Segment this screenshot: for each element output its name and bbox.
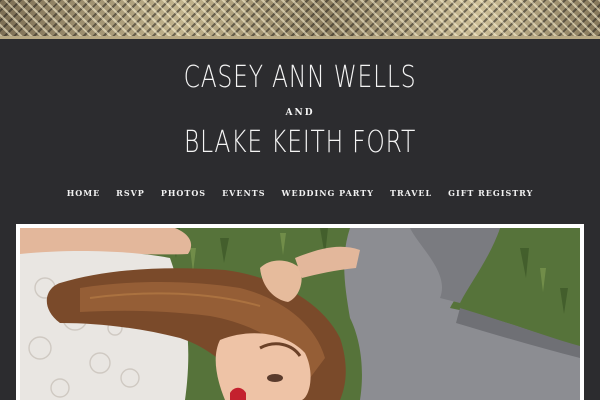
nav-travel[interactable]: TRAVEL: [390, 188, 432, 198]
couple-lying-in-grass-image: [20, 228, 580, 400]
hero-couple-photo: [20, 228, 580, 400]
hero-photo-frame: [16, 224, 584, 400]
and-conjunction: and: [285, 108, 315, 118]
decorative-gold-pattern-band: [0, 0, 600, 36]
nav-rsvp[interactable]: RSVP: [116, 188, 145, 198]
nav-gift-registry[interactable]: GIFT REGISTRY: [448, 188, 533, 198]
nav-home[interactable]: HOME: [67, 188, 100, 198]
pattern-divider: [0, 36, 600, 39]
partner-2-name: BLAKE KEITH FORT: [183, 125, 417, 160]
wedding-website-page: CASEY ANN WELLS and BLAKE KEITH FORT HOM…: [0, 0, 600, 400]
partner-1-name: CASEY ANN WELLS: [183, 60, 417, 95]
nav-photos[interactable]: PHOTOS: [161, 188, 206, 198]
nav-events[interactable]: EVENTS: [222, 188, 265, 198]
nav-wedding-party[interactable]: WEDDING PARTY: [282, 188, 374, 198]
main-navigation: HOME RSVP PHOTOS EVENTS WEDDING PARTY TR…: [0, 188, 600, 198]
